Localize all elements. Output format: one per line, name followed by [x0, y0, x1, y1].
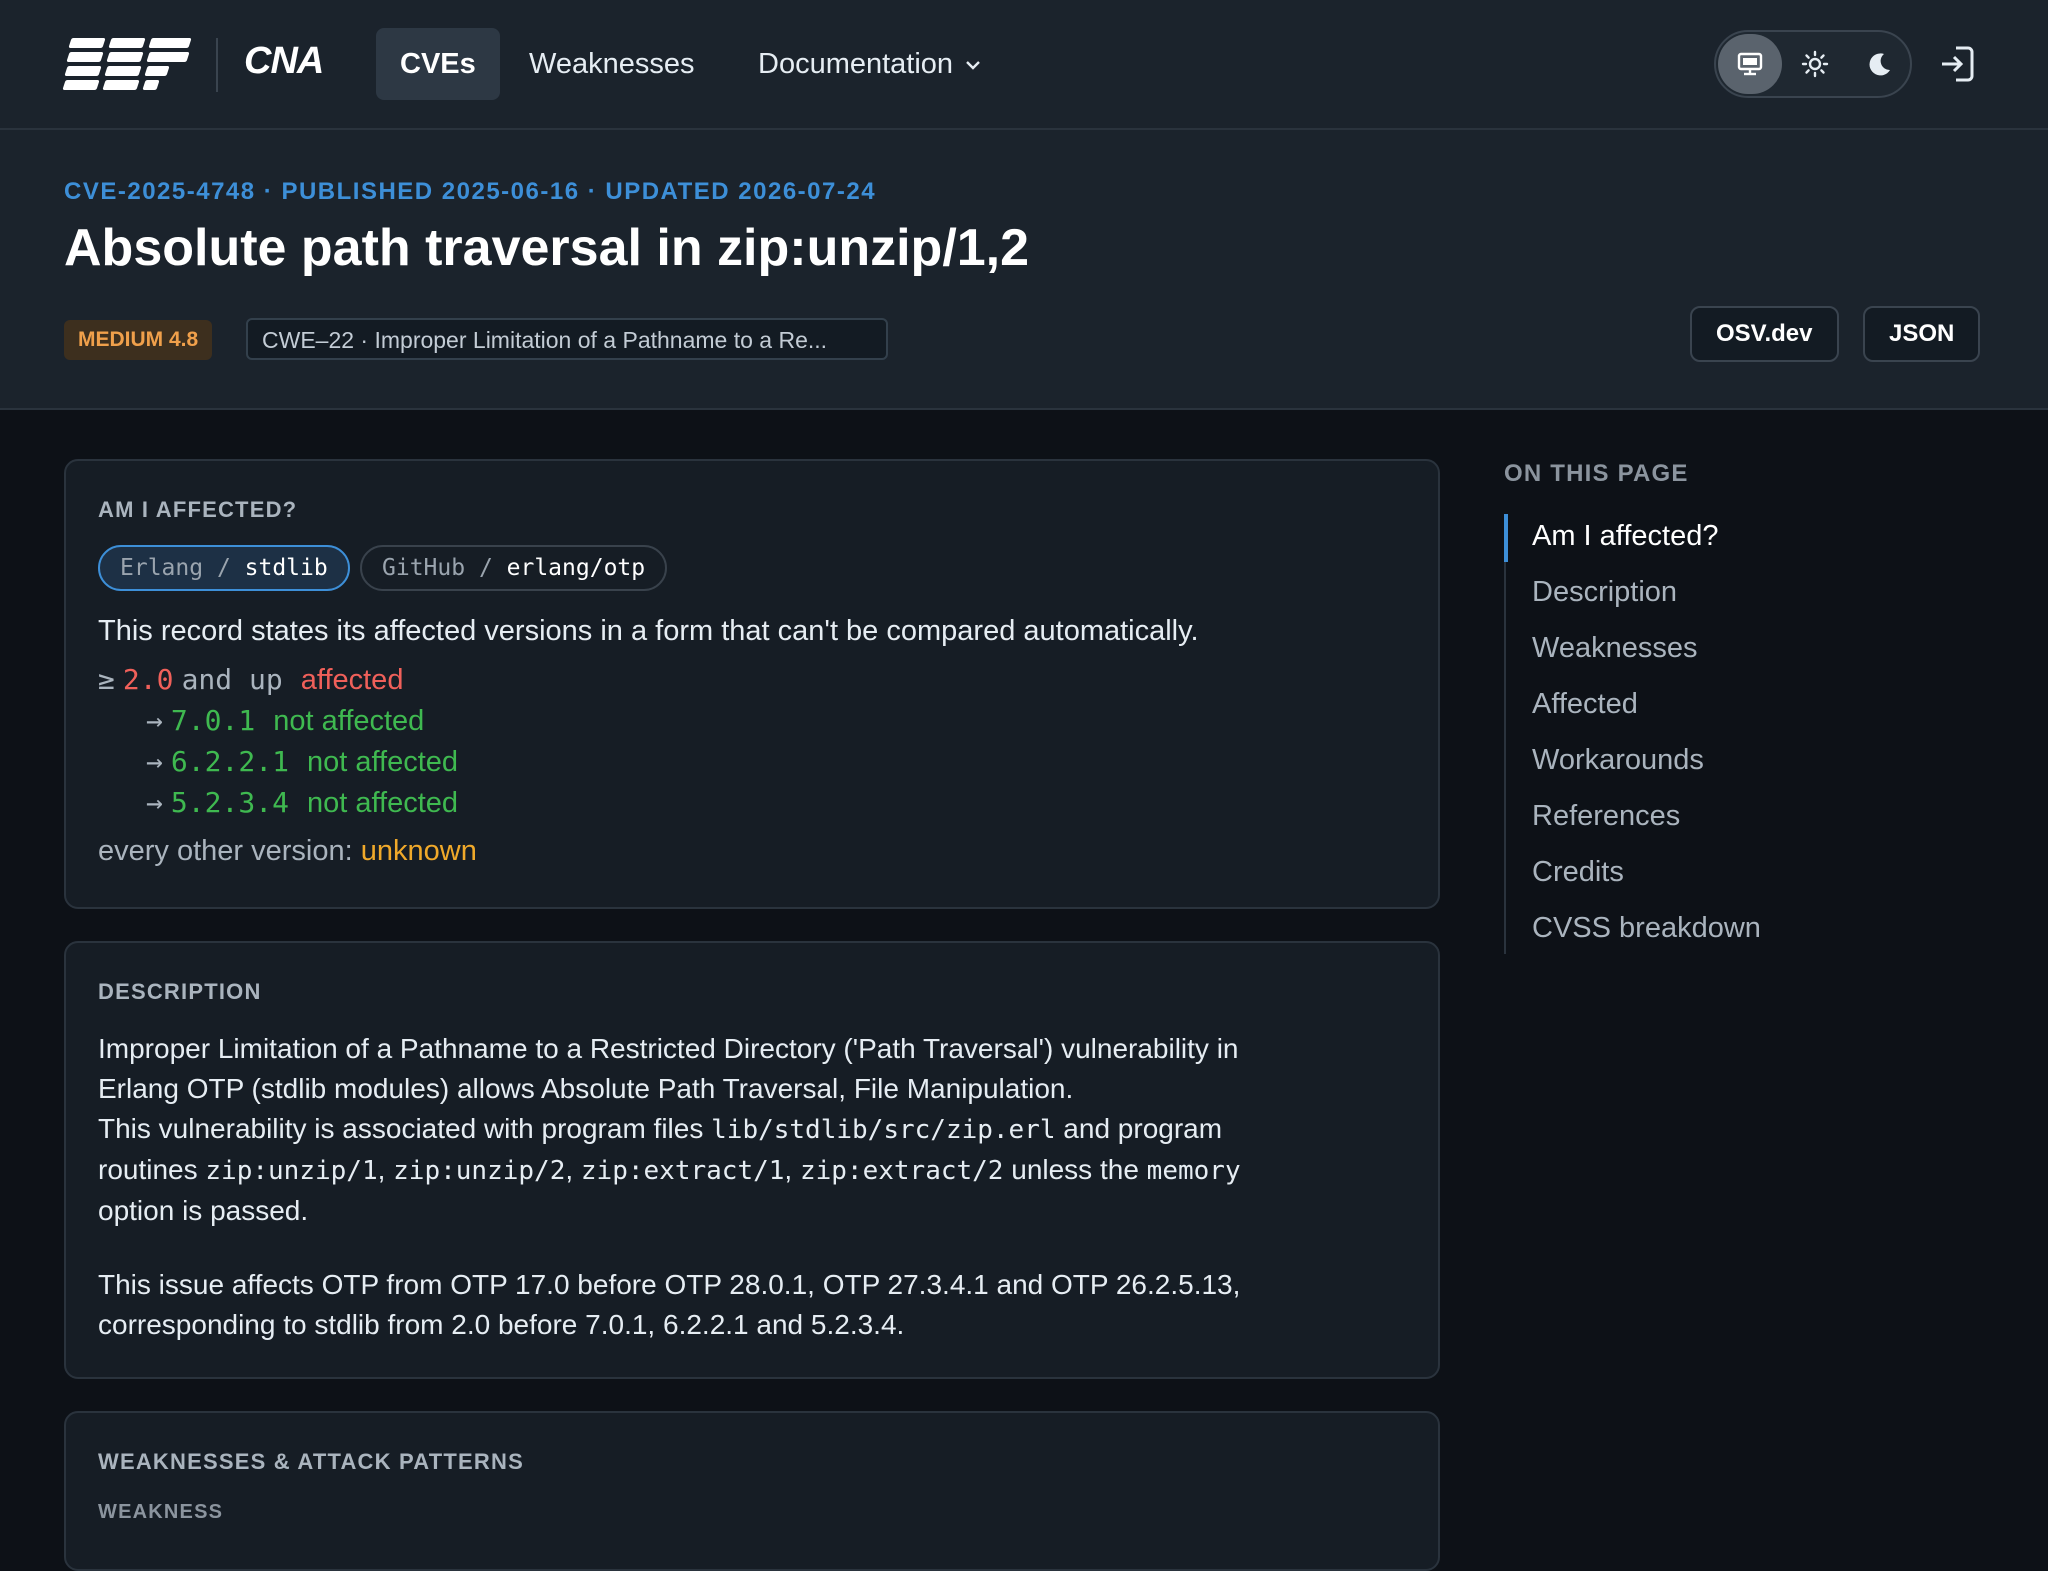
toc-item-credits[interactable]: Credits — [1532, 856, 1624, 889]
other-versions: every other version: unknown — [98, 835, 477, 868]
package-chip-erlang-stdlib[interactable]: Erlang / stdlib — [98, 545, 350, 591]
monitor-icon[interactable] — [1718, 34, 1782, 94]
nav-documentation-label: Documentation — [758, 48, 954, 80]
arrow-icon: → — [146, 704, 163, 737]
package-ecosystem: GitHub — [382, 555, 466, 581]
range-prefix: ≥ — [98, 663, 115, 696]
fix-row: → 6.2.2.1 not affected — [146, 745, 458, 779]
package-separator: / — [203, 555, 245, 581]
range-status: affected — [300, 664, 404, 696]
toc-item-cvss-breakdown[interactable]: CVSS breakdown — [1532, 912, 1761, 945]
package-separator: / — [465, 555, 507, 581]
cve-meta-line: CVE-2025-4748 · PUBLISHED 2025-06-16 · U… — [64, 178, 877, 205]
package-chip-github-otp[interactable]: GitHub / erlang/otp — [360, 545, 668, 591]
affected-range: ≥ 2.0 and up affected — [98, 663, 403, 697]
weakness-subheading: WEAKNESS — [98, 1501, 224, 1523]
toc-rail — [1504, 514, 1506, 954]
description-heading: DESCRIPTION — [98, 979, 262, 1004]
osv-dev-button[interactable]: OSV.dev — [1690, 306, 1839, 362]
affected-card: AM I AFFECTED? Erlang / stdlib GitHub / … — [64, 459, 1440, 909]
fix-version: 5.2.3.4 — [170, 786, 289, 819]
range-suffix: and up — [181, 663, 283, 696]
json-button[interactable]: JSON — [1863, 306, 1981, 362]
logo-divider — [216, 38, 218, 92]
code-routine: zip:extract/1 — [580, 1156, 785, 1186]
nav-documentation[interactable]: Documentation — [734, 28, 1005, 100]
toc-item-affected[interactable]: Affected — [1532, 688, 1638, 721]
affected-heading: AM I AFFECTED? — [98, 497, 298, 522]
login-icon[interactable] — [1936, 42, 1978, 86]
description-line: option is passed. — [98, 1195, 309, 1226]
code-file-path: lib/stdlib/src/zip.erl — [711, 1115, 1056, 1145]
toc-item-workarounds[interactable]: Workarounds — [1532, 744, 1704, 777]
description-line: Improper Limitation of a Pathname to a R… — [98, 1033, 1239, 1064]
sun-icon[interactable] — [1783, 34, 1847, 94]
cwe-chip[interactable]: CWE–22 · Improper Limitation of a Pathna… — [246, 318, 888, 360]
toc-item-weaknesses[interactable]: Weaknesses — [1532, 632, 1698, 665]
other-versions-label: every other version: — [98, 835, 353, 867]
nav-cves[interactable]: CVEs — [376, 28, 500, 100]
fix-version: 7.0.1 — [170, 704, 256, 737]
fix-status: not affected — [307, 787, 459, 819]
description-line: This vulnerability is associated with pr… — [98, 1113, 1223, 1145]
toc-item-references[interactable]: References — [1532, 800, 1680, 833]
description-line: routines zip:unzip/1, zip:unzip/2, zip:e… — [98, 1154, 1241, 1186]
description-line: Erlang OTP (stdlib modules) allows Absol… — [98, 1073, 1074, 1104]
code-routine: zip:unzip/2 — [393, 1156, 566, 1186]
description-line: corresponding to stdlib from 2.0 before … — [98, 1309, 905, 1340]
arrow-icon: → — [146, 786, 163, 819]
toc-active-indicator — [1504, 514, 1508, 562]
fix-row: → 5.2.3.4 not affected — [146, 786, 458, 820]
theme-switcher — [1714, 30, 1912, 98]
code-routine: zip:unzip/1 — [205, 1156, 378, 1186]
other-versions-status: unknown — [360, 835, 477, 867]
brand-cna[interactable]: CNA — [244, 40, 324, 83]
top-navbar: CNA CVEs Weaknesses Documentation — [0, 0, 2048, 130]
package-name: erlang/otp — [506, 555, 646, 581]
toc-item-description[interactable]: Description — [1532, 576, 1677, 609]
code-routine: zip:extract/2 — [799, 1156, 1004, 1186]
weaknesses-card: WEAKNESSES & ATTACK PATTERNS WEAKNESS — [64, 1411, 1440, 1571]
description-body: Improper Limitation of a Pathname to a R… — [98, 1029, 1418, 1345]
fix-status: not affected — [307, 746, 459, 778]
arrow-icon: → — [146, 745, 163, 778]
range-version: 2.0 — [122, 663, 174, 696]
description-line: This issue affects OTP from OTP 17.0 bef… — [98, 1269, 1241, 1300]
severity-badge: MEDIUM 4.8 — [64, 320, 213, 360]
toc-item-am-i-affected[interactable]: Am I affected? — [1532, 520, 1718, 553]
package-ecosystem: Erlang — [120, 555, 204, 581]
affected-note: This record states its affected versions… — [98, 615, 1199, 647]
weaknesses-heading: WEAKNESSES & ATTACK PATTERNS — [98, 1449, 524, 1474]
nav-weaknesses[interactable]: Weaknesses — [505, 28, 719, 100]
package-name: stdlib — [244, 555, 328, 581]
page-title: Absolute path traversal in zip:unzip/1,2 — [64, 219, 1030, 277]
eef-logo[interactable] — [62, 36, 194, 92]
toc-heading: ON THIS PAGE — [1504, 460, 1689, 487]
cve-header: CVE-2025-4748 · PUBLISHED 2025-06-16 · U… — [0, 130, 2048, 410]
chevron-down-icon — [965, 28, 981, 100]
code-option: memory — [1146, 1156, 1241, 1186]
description-card: DESCRIPTION Improper Limitation of a Pat… — [64, 941, 1440, 1379]
fix-version: 6.2.2.1 — [170, 745, 289, 778]
fix-status: not affected — [273, 705, 425, 737]
fix-row: → 7.0.1 not affected — [146, 704, 424, 738]
moon-icon[interactable] — [1848, 34, 1912, 94]
